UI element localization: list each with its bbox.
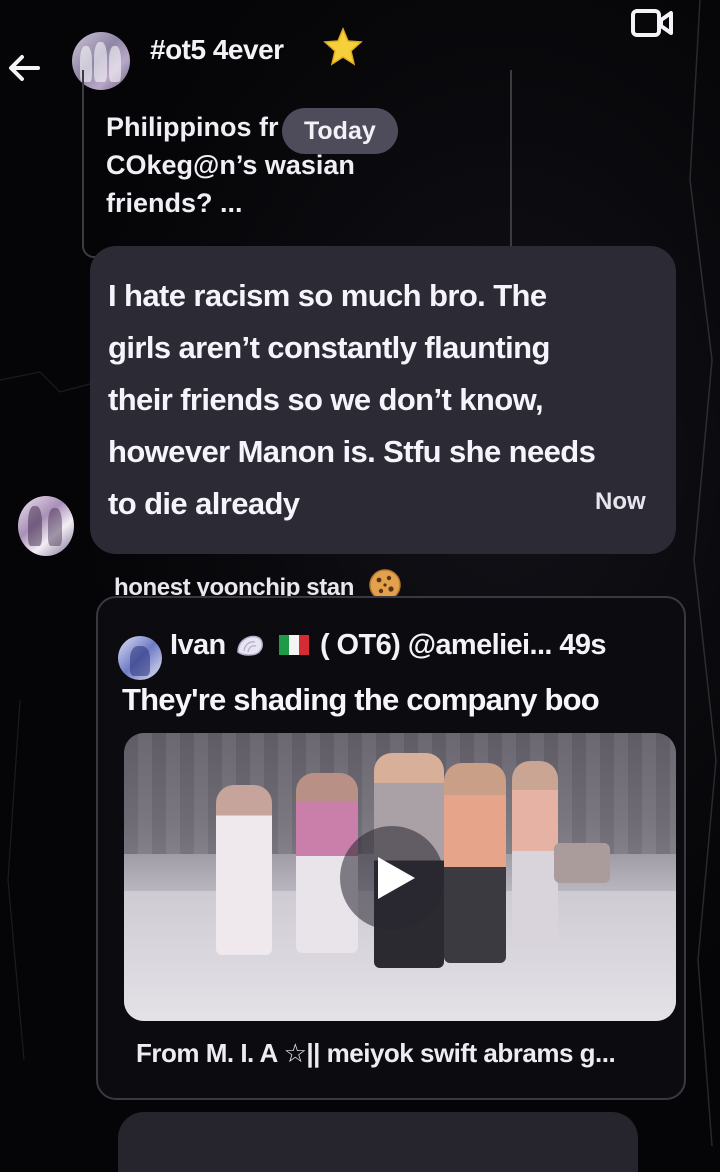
play-button[interactable]	[340, 826, 444, 930]
video-call-icon[interactable]	[630, 6, 674, 40]
next-message-card[interactable]	[118, 1112, 638, 1172]
post-text: They're shading the company boo	[122, 682, 600, 717]
sender-avatar[interactable]	[18, 496, 74, 556]
message-line: their friends so we don’t know,	[108, 382, 544, 417]
back-button[interactable]	[4, 50, 44, 86]
star-icon	[323, 27, 363, 66]
dancer-figure	[554, 843, 610, 883]
avatar-figure	[28, 506, 42, 546]
message-line: however Manon is. Stfu she needs	[108, 434, 596, 469]
dancer-figure	[216, 785, 272, 955]
message-line: to die already	[108, 486, 300, 521]
chat-title[interactable]: #ot5 4ever	[150, 34, 284, 66]
quoted-line: friends? ...	[106, 188, 243, 218]
dancer-figure	[512, 761, 558, 941]
post-age: 49s	[559, 628, 606, 661]
arrow-left-icon	[9, 55, 40, 81]
date-separator: Today	[282, 108, 398, 154]
message-text: I hate racism so much bro. The girls are…	[108, 270, 648, 530]
dancer-figure	[444, 763, 506, 963]
post-handle[interactable]: @ameliei...	[408, 629, 553, 661]
shell-icon	[237, 636, 264, 657]
italy-flag-icon	[278, 635, 309, 656]
post-header: Ivan ( OT6) @ameliei... 49s	[170, 628, 670, 662]
avatar-figure	[48, 508, 62, 546]
post-author-avatar[interactable]	[118, 636, 162, 680]
message-line: I hate racism so much bro. The	[108, 278, 547, 313]
message-timestamp: Now	[595, 488, 646, 515]
avatar-figure	[130, 646, 150, 676]
play-icon	[378, 857, 415, 899]
post-author-tag: ( OT6)	[320, 628, 401, 661]
message-line: girls aren’t constantly flaunting	[108, 330, 550, 365]
post-author-name[interactable]: Ivan	[170, 629, 226, 661]
post-caption: From M. I. A ☆|| meiyok swift abrams g..…	[136, 1038, 616, 1068]
